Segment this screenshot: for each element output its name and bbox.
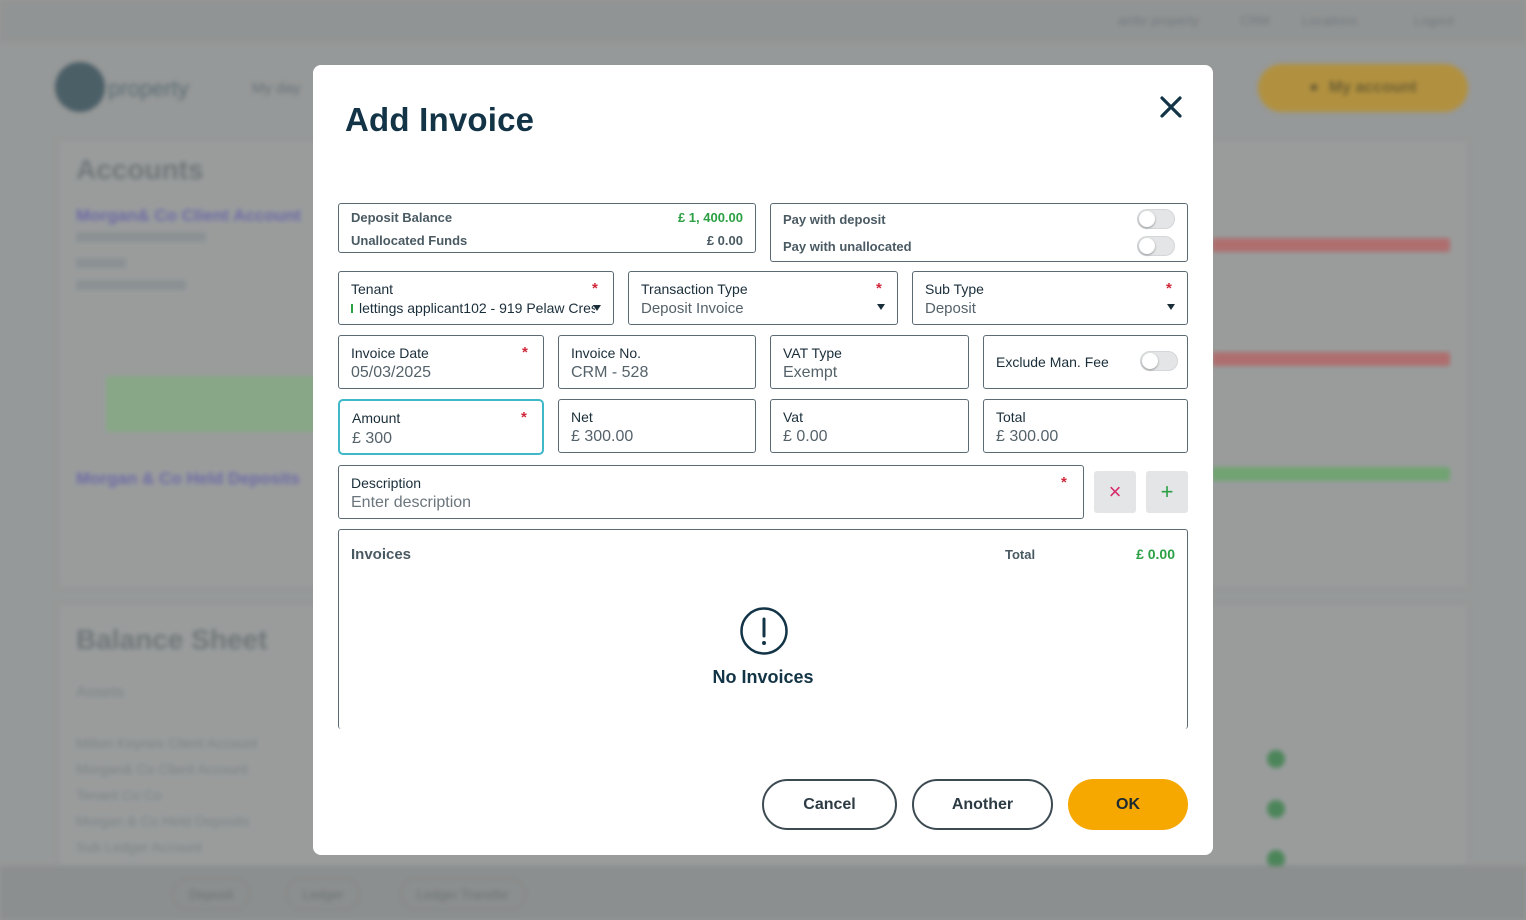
add-line-button[interactable]: +: [1146, 471, 1188, 513]
net-value: £ 300.00: [571, 428, 634, 445]
exclamation-circle-icon: [740, 607, 788, 655]
plus-icon: +: [1160, 479, 1174, 504]
vat-field[interactable]: Vat £ 0.00: [770, 399, 969, 453]
vat-label: Vat: [783, 409, 803, 425]
add-invoice-modal: Add Invoice Deposit Balance £ 1, 400.00 …: [313, 65, 1213, 855]
invoice-date-label: Invoice Date: [351, 345, 429, 361]
invoice-date-value: 05/03/2025: [351, 364, 432, 381]
unallocated-funds-value: £ 0.00: [706, 233, 743, 248]
description-label: Description: [351, 475, 422, 491]
close-button[interactable]: [1155, 91, 1187, 123]
pay-options: Pay with deposit Pay with unallocated: [770, 203, 1188, 262]
balance-summary: Deposit Balance £ 1, 400.00 Unallocated …: [338, 203, 756, 253]
vat-type-label: VAT Type: [783, 345, 842, 361]
invoice-number-label: Invoice No.: [571, 345, 642, 361]
no-invoices-text: No Invoices: [712, 667, 814, 687]
clear-description-button[interactable]: ×: [1094, 471, 1136, 513]
modal-title: Add Invoice: [345, 101, 535, 138]
chevron-down-icon: [877, 304, 885, 310]
ok-button[interactable]: OK: [1068, 779, 1188, 830]
amount-value: £ 300: [352, 430, 393, 447]
another-button[interactable]: Another: [912, 779, 1053, 830]
description-placeholder: Enter description: [351, 494, 472, 511]
amount-label: Amount: [352, 410, 401, 426]
vat-type-field[interactable]: VAT Type Exempt: [770, 335, 969, 389]
deposit-balance-value: £ 1, 400.00: [677, 210, 743, 225]
amount-field[interactable]: Amount * £ 300: [338, 399, 544, 455]
toggle-knob: [1139, 211, 1155, 227]
total-label: Total: [996, 409, 1026, 425]
ok-button-label: OK: [1116, 795, 1140, 813]
transaction-type-select[interactable]: Transaction Type * Deposit Invoice: [628, 271, 898, 325]
sub-type-value: Deposit: [925, 300, 976, 317]
description-field[interactable]: Description * Enter description: [338, 465, 1084, 519]
pay-with-unallocated-label: Pay with unallocated: [783, 239, 912, 254]
deposit-balance-label: Deposit Balance: [351, 210, 453, 225]
pay-with-deposit-toggle[interactable]: [1137, 209, 1175, 229]
cancel-button[interactable]: Cancel: [762, 779, 897, 830]
net-field[interactable]: Net £ 300.00: [558, 399, 756, 453]
unallocated-funds-label: Unallocated Funds: [351, 233, 468, 248]
sub-type-select[interactable]: Sub Type * Deposit: [912, 271, 1188, 325]
close-icon: ×: [1108, 479, 1122, 504]
cancel-button-label: Cancel: [803, 795, 856, 813]
chevron-down-icon: [1167, 304, 1175, 310]
invoices-panel: Invoices Total £ 0.00 No Invoices: [338, 529, 1188, 729]
exclude-man-fee-field: Exclude Man. Fee: [983, 335, 1188, 389]
invoice-number-field[interactable]: Invoice No. CRM - 528: [558, 335, 756, 389]
required-marker: *: [876, 280, 882, 297]
tenant-label: Tenant: [351, 281, 394, 297]
another-button-label: Another: [951, 795, 1014, 813]
required-marker: *: [1061, 474, 1067, 491]
required-marker: *: [592, 280, 598, 297]
tenant-select[interactable]: Tenant * lettings applicant102 - 919 Pel…: [338, 271, 614, 325]
transaction-type-value: Deposit Invoice: [641, 300, 744, 317]
total-field[interactable]: Total £ 300.00: [983, 399, 1188, 453]
tenant-value: lettings applicant102 - 919 Pelaw Cres: [359, 300, 595, 316]
status-indicator: [351, 304, 353, 313]
pay-with-deposit-label: Pay with deposit: [783, 212, 886, 227]
toggle-knob: [1139, 238, 1155, 254]
exclude-man-fee-label: Exclude Man. Fee: [996, 354, 1109, 370]
invoices-total-label: Total: [1005, 547, 1036, 562]
toggle-knob: [1142, 353, 1158, 369]
vat-type-value: Exempt: [783, 364, 838, 381]
net-label: Net: [571, 409, 593, 425]
sub-type-label: Sub Type: [925, 281, 984, 297]
invoice-date-field[interactable]: Invoice Date * 05/03/2025: [338, 335, 544, 389]
vat-value: £ 0.00: [783, 428, 828, 445]
chevron-down-icon: [593, 305, 601, 311]
required-marker: *: [521, 409, 527, 426]
exclude-man-fee-toggle[interactable]: [1140, 351, 1178, 371]
invoices-title: Invoices: [351, 546, 412, 563]
total-value: £ 300.00: [996, 428, 1059, 445]
invoices-total-value: £ 0.00: [1136, 546, 1175, 562]
invoice-number-value: CRM - 528: [571, 364, 649, 381]
close-icon: [1160, 96, 1182, 118]
required-marker: *: [1166, 280, 1172, 297]
required-marker: *: [522, 344, 528, 361]
pay-with-unallocated-toggle[interactable]: [1137, 236, 1175, 256]
transaction-type-label: Transaction Type: [641, 281, 748, 297]
